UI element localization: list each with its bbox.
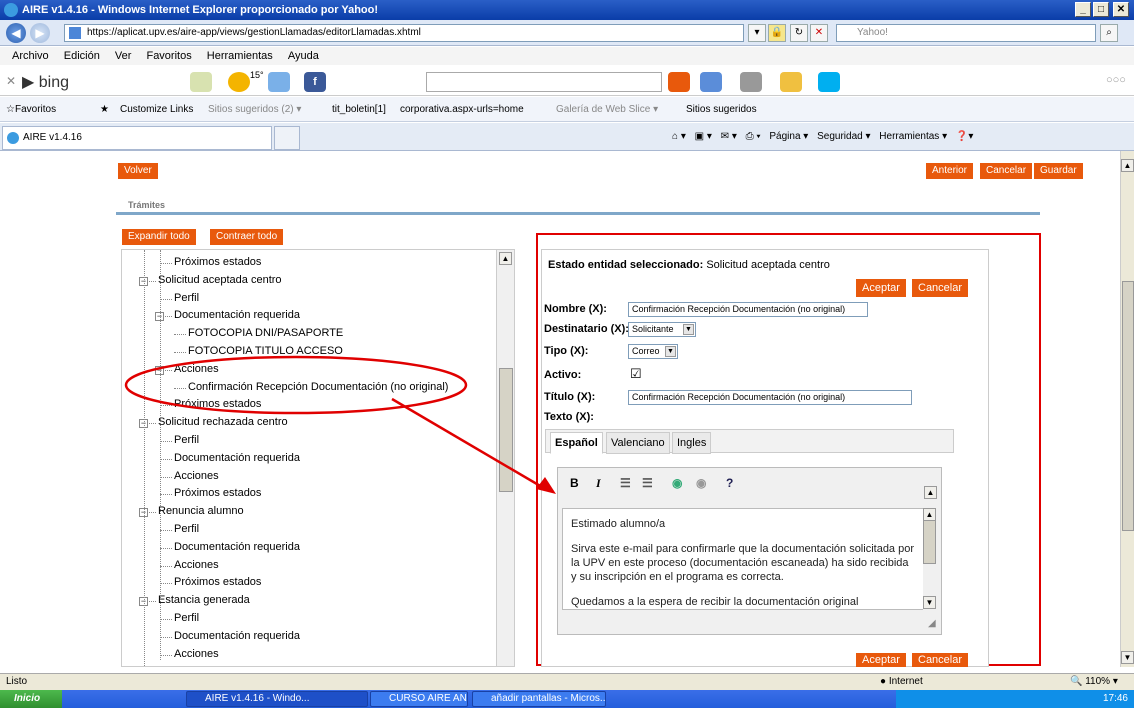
- scroll-down-icon[interactable]: ▼: [1121, 651, 1134, 664]
- back-button[interactable]: ◀: [6, 23, 26, 43]
- task-aire[interactable]: AIRE v1.4.16 - Windo...: [186, 691, 368, 707]
- forward-button[interactable]: ▶: [30, 23, 50, 43]
- url-field[interactable]: https://aplicat.upv.es/aire-app/views/ge…: [64, 24, 744, 42]
- page-content: Volver Anterior Cancelar Guardar Trámite…: [0, 151, 1120, 667]
- fav-corporativa[interactable]: corporativa.aspx-urls=home: [400, 97, 524, 122]
- maps-icon[interactable]: [190, 72, 212, 92]
- zone-label: ● Internet: [880, 676, 923, 687]
- task-curso[interactable]: CURSO AIRE ANA+QUICO: [370, 691, 468, 707]
- tools-menu[interactable]: Herramientas ▾: [879, 131, 947, 142]
- favorites-button[interactable]: ☆ Favoritos: [6, 97, 56, 122]
- feeds-icon[interactable]: ▣ ▾: [695, 131, 712, 142]
- print-icon[interactable]: ⎙ ▾: [746, 131, 761, 142]
- like-icon[interactable]: [700, 72, 722, 92]
- menu-archivo[interactable]: Archivo: [12, 50, 49, 62]
- weather-temp: 15°: [250, 70, 264, 80]
- ie-icon: [4, 3, 18, 17]
- stop-icon[interactable]: ✕: [810, 24, 828, 42]
- highlight-icon[interactable]: [780, 72, 802, 92]
- home-icon[interactable]: ⌂ ▾: [672, 131, 686, 142]
- close-button[interactable]: ✕: [1113, 2, 1129, 17]
- skype-icon[interactable]: [818, 72, 840, 92]
- bing-logo: ▶ bing: [22, 74, 69, 91]
- status-text: Listo: [6, 676, 28, 687]
- page-menu[interactable]: Página ▾: [769, 131, 808, 142]
- annotation-overlay: [124, 355, 556, 494]
- taskbar: Inicio AIRE v1.4.16 - Windo... CURSO AIR…: [0, 690, 1134, 708]
- fav-boletin[interactable]: tit_boletin[1]: [332, 97, 386, 122]
- annotation-arrow: [391, 397, 543, 489]
- fav-sitios[interactable]: Sitios sugeridos: [686, 97, 757, 122]
- ie-tab-icon: [7, 132, 19, 144]
- lock-icon[interactable]: 🔒: [768, 24, 786, 42]
- dropdown-icon[interactable]: ▾: [748, 24, 766, 42]
- search-icon[interactable]: ⌕: [1100, 24, 1118, 42]
- clock: 17:46: [1102, 693, 1128, 704]
- search-placeholder: Yahoo!: [857, 27, 888, 38]
- fav-webslice[interactable]: Galería de Web Slice ▾: [556, 97, 658, 122]
- command-bar: ⌂ ▾ ▣ ▾ ✉ ▾ ⎙ ▾ Página ▾ Seguridad ▾ Her…: [672, 123, 979, 151]
- tab-label: AIRE v1.4.16: [23, 132, 82, 143]
- weather-icon[interactable]: [228, 72, 250, 92]
- task-word[interactable]: añadir pantallas - Micros...: [472, 691, 606, 707]
- start-button[interactable]: Inicio: [0, 690, 62, 708]
- close-icon[interactable]: ✕: [6, 74, 16, 88]
- tab-bar: AIRE v1.4.16 ⌂ ▾ ▣ ▾ ✉ ▾ ⎙ ▾ Página ▾ Se…: [0, 123, 1134, 151]
- refresh-icon[interactable]: ↻: [790, 24, 808, 42]
- tab-aire[interactable]: AIRE v1.4.16: [2, 126, 272, 150]
- annotation-ellipse: [124, 355, 468, 415]
- favorites-bar: ☆ Favoritos ★ Customize Links Sitios sug…: [0, 97, 1134, 122]
- page-icon: [69, 27, 81, 39]
- more-icon[interactable]: ○○○: [1106, 74, 1126, 86]
- fav-add-icon[interactable]: ★: [100, 97, 109, 122]
- page-scroll-thumb[interactable]: [1122, 281, 1134, 531]
- window-title: AIRE v1.4.16 - Windows Internet Explorer…: [22, 4, 379, 16]
- mail-icon[interactable]: [268, 72, 290, 92]
- address-toolbar: ◀ ▶ https://aplicat.upv.es/aire-app/view…: [0, 20, 1134, 46]
- mail-icon[interactable]: ✉ ▾: [721, 131, 737, 142]
- maximize-button[interactable]: □: [1093, 2, 1109, 17]
- url-text: https://aplicat.upv.es/aire-app/views/ge…: [87, 27, 421, 38]
- fav-suggested[interactable]: Sitios sugeridos (2) ▾: [208, 97, 301, 122]
- facebook-icon[interactable]: f: [304, 72, 326, 92]
- menu-herramientas[interactable]: Herramientas: [207, 50, 273, 62]
- zoom-level[interactable]: 🔍 110% ▾: [1070, 674, 1118, 690]
- menu-ayuda[interactable]: Ayuda: [288, 50, 319, 62]
- help-icon[interactable]: ❓▾: [956, 131, 973, 142]
- minimize-button[interactable]: _: [1075, 2, 1091, 17]
- new-tab-button[interactable]: [274, 126, 300, 150]
- menu-edicion[interactable]: Edición: [64, 50, 100, 62]
- security-menu[interactable]: Seguridad ▾: [817, 131, 870, 142]
- search-input[interactable]: Yahoo!: [836, 24, 1096, 42]
- page-scrollbar[interactable]: ▲ ▼: [1120, 151, 1134, 667]
- scroll-up-icon[interactable]: ▲: [1121, 159, 1134, 172]
- bing-toolbar: ✕ ▶ bing 15° f ○○○: [0, 66, 1134, 96]
- status-bar: Listo ● Internet 🔍 110% ▾: [0, 673, 1134, 690]
- fav-customize-links[interactable]: Customize Links: [120, 97, 193, 122]
- bing-search-input[interactable]: [426, 72, 662, 92]
- translate-icon[interactable]: [740, 72, 762, 92]
- window-titlebar: AIRE v1.4.16 - Windows Internet Explorer…: [0, 0, 1134, 20]
- annotation-arrowhead: [536, 477, 556, 494]
- menu-favoritos[interactable]: Favoritos: [146, 50, 191, 62]
- bing-search-icon[interactable]: [668, 72, 690, 92]
- system-tray: 17:46: [896, 690, 1134, 708]
- menu-ver[interactable]: Ver: [115, 50, 132, 62]
- menu-bar: Archivo Edición Ver Favoritos Herramient…: [0, 47, 1134, 65]
